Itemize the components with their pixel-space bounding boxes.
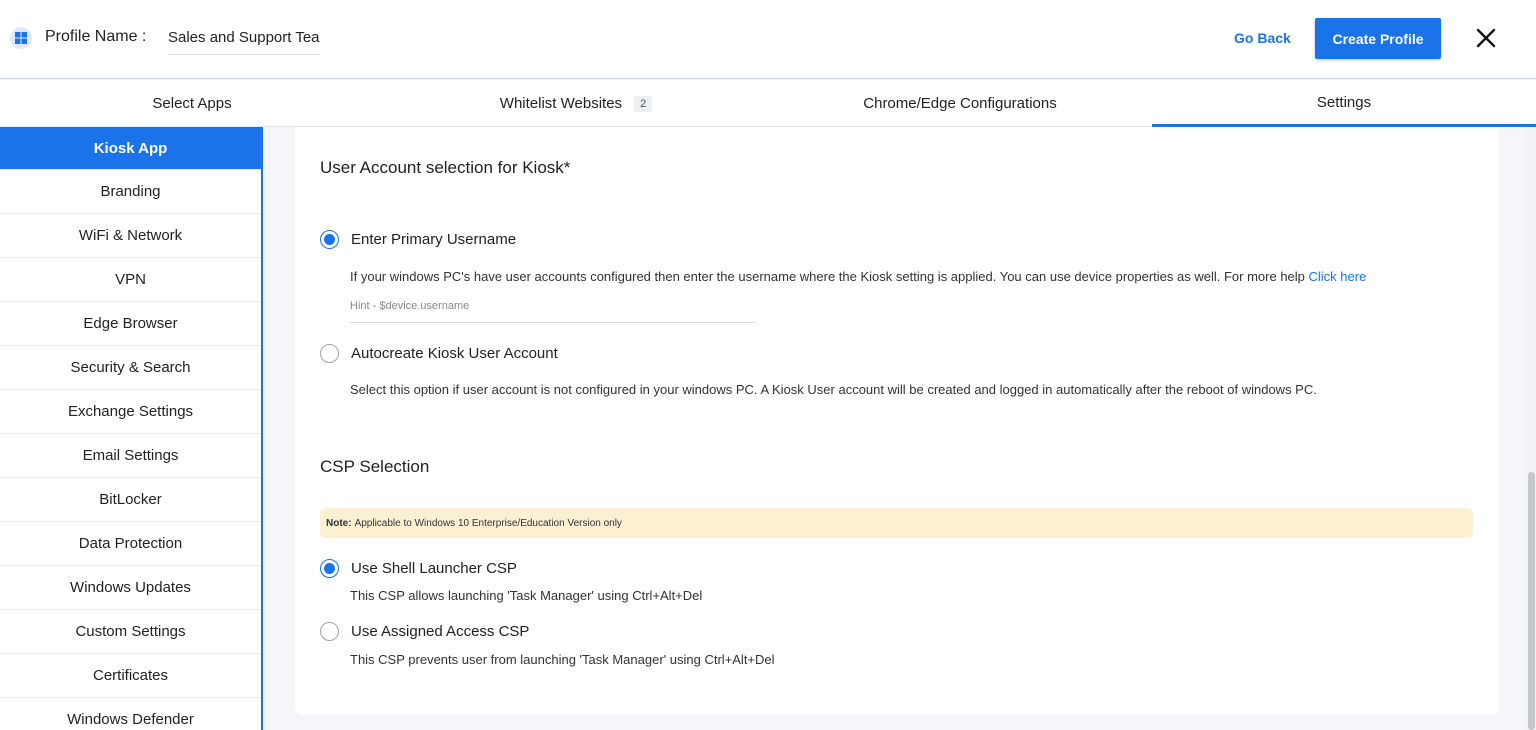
settings-sidebar: Kiosk App Branding WiFi & Network VPN Ed… bbox=[0, 127, 263, 730]
sidebar-item-wifi-network[interactable]: WiFi & Network bbox=[0, 214, 261, 258]
primary-username-description: If your windows PC's have user accounts … bbox=[350, 269, 1366, 284]
kiosk-settings-panel: User Account selection for Kiosk* Enter … bbox=[295, 127, 1499, 715]
tab-settings[interactable]: Settings bbox=[1152, 80, 1536, 127]
sidebar-item-exchange-settings[interactable]: Exchange Settings bbox=[0, 390, 261, 434]
autocreate-account-description: Select this option if user account is no… bbox=[350, 382, 1317, 397]
sidebar-item-data-protection[interactable]: Data Protection bbox=[0, 522, 261, 566]
radio-label: Autocreate Kiosk User Account bbox=[351, 345, 558, 362]
sidebar-item-edge-browser[interactable]: Edge Browser bbox=[0, 302, 261, 346]
assigned-access-description: This CSP prevents user from launching 'T… bbox=[350, 652, 775, 667]
sidebar-item-windows-updates[interactable]: Windows Updates bbox=[0, 566, 261, 610]
tab-whitelist-websites[interactable]: Whitelist Websites 2 bbox=[384, 80, 768, 127]
user-account-section-title: User Account selection for Kiosk* bbox=[320, 158, 571, 177]
close-icon[interactable] bbox=[1474, 26, 1498, 50]
sidebar-item-kiosk-app[interactable]: Kiosk App bbox=[0, 127, 261, 170]
primary-username-radio-option[interactable]: Enter Primary Username bbox=[320, 230, 516, 249]
autocreate-account-radio-option[interactable]: Autocreate Kiosk User Account bbox=[320, 344, 558, 363]
description-text: If your windows PC's have user accounts … bbox=[350, 269, 1309, 284]
primary-username-radio[interactable] bbox=[320, 230, 339, 249]
scrollbar-thumb[interactable] bbox=[1528, 472, 1535, 730]
sidebar-item-branding[interactable]: Branding bbox=[0, 170, 261, 214]
assigned-access-radio[interactable] bbox=[320, 622, 339, 641]
go-back-link[interactable]: Go Back bbox=[1234, 30, 1291, 46]
note-label: Note: bbox=[326, 517, 352, 529]
shell-launcher-description: This CSP allows launching 'Task Manager'… bbox=[350, 588, 703, 603]
note-text: Applicable to Windows 10 Enterprise/Educ… bbox=[354, 517, 622, 529]
tab-label: Chrome/Edge Configurations bbox=[863, 95, 1057, 112]
sidebar-item-email-settings[interactable]: Email Settings bbox=[0, 434, 261, 478]
shell-launcher-radio[interactable] bbox=[320, 559, 339, 578]
windows-icon bbox=[10, 27, 32, 49]
sidebar-item-security-search[interactable]: Security & Search bbox=[0, 346, 261, 390]
radio-label: Enter Primary Username bbox=[351, 231, 517, 248]
csp-section-title: CSP Selection bbox=[320, 457, 430, 476]
tab-label: Settings bbox=[1316, 93, 1372, 111]
radio-label: Use Shell Launcher CSP bbox=[351, 560, 517, 577]
sidebar-item-certificates[interactable]: Certificates bbox=[0, 654, 261, 698]
tab-bar: Select Apps Whitelist Websites 2 Chrome/… bbox=[0, 80, 1536, 127]
profile-name-input[interactable] bbox=[168, 26, 320, 55]
assigned-access-radio-option[interactable]: Use Assigned Access CSP bbox=[320, 622, 529, 641]
sidebar-item-custom-settings[interactable]: Custom Settings bbox=[0, 610, 261, 654]
primary-username-input[interactable] bbox=[350, 295, 755, 323]
help-link[interactable]: Click here bbox=[1309, 269, 1367, 284]
create-profile-button[interactable]: Create Profile bbox=[1315, 18, 1441, 59]
tab-label: Whitelist Websites bbox=[499, 95, 623, 112]
autocreate-account-radio[interactable] bbox=[320, 344, 339, 363]
count-badge: 2 bbox=[634, 95, 653, 112]
sidebar-item-vpn[interactable]: VPN bbox=[0, 258, 261, 302]
profile-name-label: Profile Name : bbox=[45, 28, 147, 45]
tab-chrome-edge-configurations[interactable]: Chrome/Edge Configurations bbox=[768, 80, 1152, 127]
shell-launcher-radio-option[interactable]: Use Shell Launcher CSP bbox=[320, 559, 517, 578]
page-scrollbar[interactable] bbox=[1526, 127, 1536, 730]
tab-select-apps[interactable]: Select Apps bbox=[0, 80, 384, 127]
sidebar-item-windows-defender[interactable]: Windows Defender bbox=[0, 698, 261, 730]
sidebar-item-bitlocker[interactable]: BitLocker bbox=[0, 478, 261, 522]
header: Profile Name : Go Back Create Profile bbox=[0, 0, 1536, 79]
note-banner: Note: Applicable to Windows 10 Enterpris… bbox=[320, 508, 1473, 538]
radio-label: Use Assigned Access CSP bbox=[351, 623, 530, 640]
tab-label: Select Apps bbox=[152, 95, 232, 112]
